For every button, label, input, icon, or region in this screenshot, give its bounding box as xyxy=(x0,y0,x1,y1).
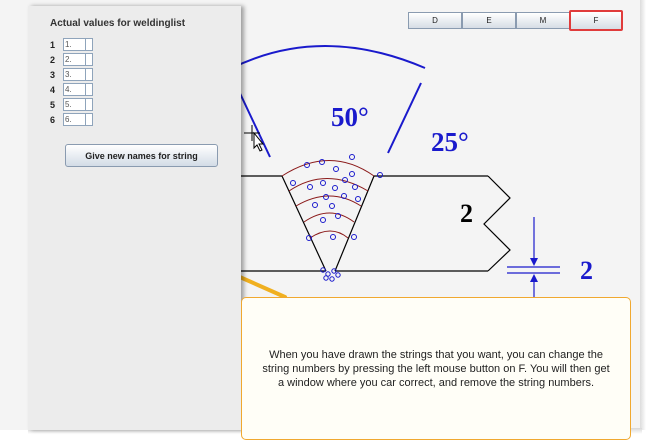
angle-arc-50 xyxy=(231,45,426,69)
row-number: 6 xyxy=(50,114,56,125)
row-number: 1 xyxy=(50,39,56,50)
weld-bead-markers xyxy=(290,154,383,282)
gap-arrowhead-lower xyxy=(530,274,538,282)
row-number: 5 xyxy=(50,99,56,110)
row-number: 4 xyxy=(50,84,56,95)
row-number: 2 xyxy=(50,54,56,65)
string-row: 2 2. xyxy=(50,53,93,66)
field-end xyxy=(86,38,93,51)
tooltip-text: When you have drawn the strings that you… xyxy=(262,348,610,389)
groove-left xyxy=(281,175,327,272)
weld-string-arc xyxy=(303,212,355,223)
groove-right xyxy=(334,175,375,272)
string-name-field[interactable]: 2. xyxy=(63,53,86,66)
thickness-label: 2 xyxy=(460,199,473,228)
angle-label-large: 50° xyxy=(331,102,369,132)
weldinglist-panel: Actual values for weldinglist 1 1. 2 2. … xyxy=(28,6,241,430)
gap-arrowhead-upper xyxy=(530,258,538,266)
angle-leg-right xyxy=(387,82,422,154)
field-end xyxy=(86,83,93,96)
give-new-names-button[interactable]: Give new names for string xyxy=(65,144,218,167)
string-row: 4 4. xyxy=(50,83,93,96)
string-name-field[interactable]: 4. xyxy=(63,83,86,96)
field-end xyxy=(86,68,93,81)
break-symbol xyxy=(483,175,511,272)
angle-label-small: 25° xyxy=(431,127,469,157)
toolbar-button-d[interactable]: D xyxy=(408,12,462,29)
help-tooltip: When you have drawn the strings that you… xyxy=(241,297,631,440)
field-end xyxy=(86,98,93,111)
weld-string-arc xyxy=(309,230,349,239)
weld-string-arc xyxy=(281,160,375,177)
toolbar-button-f[interactable]: F xyxy=(569,10,623,31)
row-number: 3 xyxy=(50,69,56,80)
string-row: 5 5. xyxy=(50,98,93,111)
string-row: 1 1. xyxy=(50,38,93,51)
field-end xyxy=(86,53,93,66)
string-name-field[interactable]: 5. xyxy=(63,98,86,111)
string-row: 6 6. xyxy=(50,113,93,126)
field-end xyxy=(86,113,93,126)
panel-title: Actual values for weldinglist xyxy=(50,18,186,29)
toolbar-button-e[interactable]: E xyxy=(462,12,516,29)
gap-label: 2 xyxy=(580,256,593,285)
string-name-field[interactable]: 1. xyxy=(63,38,86,51)
string-name-field[interactable]: 6. xyxy=(63,113,86,126)
string-name-field[interactable]: 3. xyxy=(63,68,86,81)
string-row: 3 3. xyxy=(50,68,93,81)
toolbar-button-m[interactable]: M xyxy=(516,12,570,29)
